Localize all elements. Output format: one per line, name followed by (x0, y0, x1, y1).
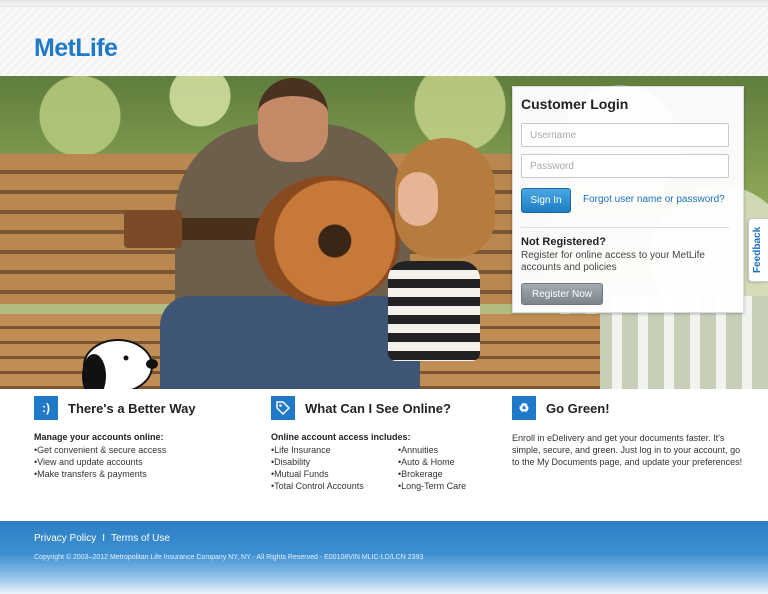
footer: Privacy Policy I Terms of Use Copyright © … (0, 521, 768, 594)
list-item: Disability (271, 456, 364, 468)
snoopy-illustration (82, 339, 158, 389)
feature-list-col2: Annuities Auto & Home Brokerage Long-Ter… (398, 444, 466, 492)
list-item: Brokerage (398, 468, 466, 480)
copyright-text: Copyright © 2003–2012 Metropolitan Life … (34, 554, 424, 561)
feature-title: Go Green! (546, 401, 610, 416)
feature-subtitle: Manage your accounts online: (34, 432, 164, 442)
username-input[interactable] (521, 123, 729, 147)
feature-list-col1: Life Insurance Disability Mutual Funds T… (271, 444, 364, 492)
list-item: View and update accounts (34, 456, 166, 468)
feature-title: What Can I See Online? (305, 401, 451, 416)
list-item: Get convenient & secure access (34, 444, 166, 456)
header: MetLife (0, 6, 768, 76)
terms-of-use-link[interactable]: Terms of Use (111, 533, 170, 544)
register-now-button[interactable]: Register Now (521, 283, 603, 305)
login-divider (521, 227, 729, 228)
tag-icon-glyph (276, 401, 291, 416)
page: MetLife Customer Login Sign In Fo (0, 0, 768, 594)
hero-man-head (258, 78, 328, 162)
not-registered-title: Not Registered? (521, 236, 606, 248)
feature-title: There's a Better Way (68, 401, 196, 416)
recycle-icon: ♻ (512, 396, 536, 420)
hero-girl-face (398, 172, 438, 226)
hero-girl-dress (388, 261, 480, 361)
smiley-icon: :) (34, 396, 58, 420)
footer-links: Privacy Policy I Terms of Use (34, 533, 170, 544)
forgot-credentials-link[interactable]: Forgot user name or password? (583, 194, 725, 205)
metlife-logo[interactable]: MetLife (34, 34, 118, 63)
feature-subtitle: Online account access includes: (271, 432, 411, 442)
feature-list: Get convenient & secure access View and … (34, 444, 166, 480)
hero-guitar-body (255, 176, 400, 306)
login-title: Customer Login (521, 96, 629, 112)
list-item: Total Control Accounts (271, 480, 364, 492)
feedback-tab[interactable]: Feedback (748, 218, 768, 282)
hero-man-jeans (160, 296, 420, 389)
not-registered-text: Register for online access to your MetLi… (521, 250, 705, 273)
footer-separator: I (102, 533, 106, 544)
list-item: Annuities (398, 444, 466, 456)
feature-text: Enroll in eDelivery and get your documen… (512, 433, 743, 467)
customer-login-panel: Customer Login Sign In Forgot user name … (512, 86, 744, 313)
hero-guitar-head (124, 210, 182, 248)
list-item: Life Insurance (271, 444, 364, 456)
sign-in-button[interactable]: Sign In (521, 188, 571, 213)
list-item: Auto & Home (398, 456, 466, 468)
tag-icon (271, 396, 295, 420)
password-input[interactable] (521, 154, 729, 178)
list-item: Make transfers & payments (34, 468, 166, 480)
privacy-policy-link[interactable]: Privacy Policy (34, 533, 96, 544)
list-item: Mutual Funds (271, 468, 364, 480)
list-item: Long-Term Care (398, 480, 466, 492)
feedback-tab-label: Feedback (752, 226, 763, 273)
